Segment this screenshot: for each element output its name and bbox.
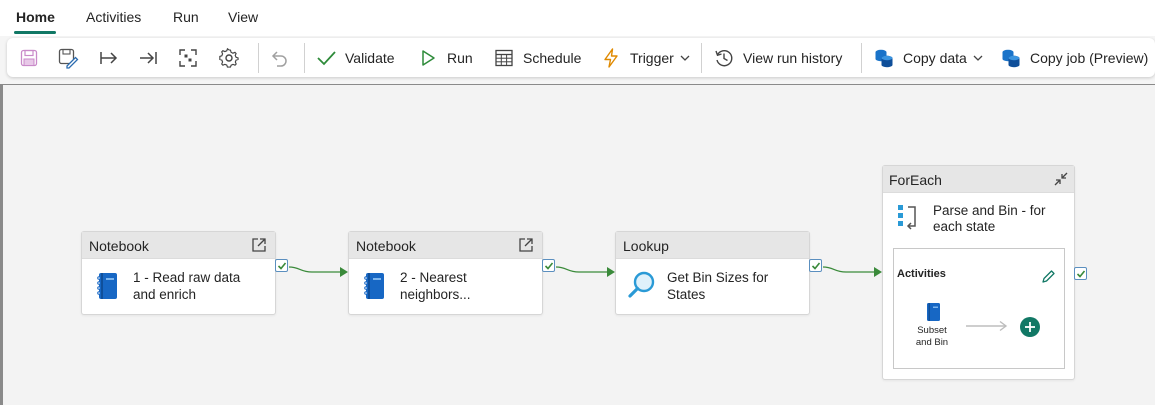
foreach-name: Parse and Bin - for each state: [933, 203, 1046, 235]
foreach-header: ForEach: [883, 166, 1074, 193]
open-external-icon[interactable]: [517, 236, 535, 257]
check-icon: [1076, 269, 1085, 278]
magnifier-icon: [627, 270, 657, 305]
collapse-icon[interactable]: [1053, 171, 1069, 190]
foreach-icon: [896, 203, 920, 236]
foreach-type-label: ForEach: [889, 172, 942, 188]
activity-name-line: States: [667, 287, 706, 302]
activity-name-line: Get Bin Sizes for: [667, 270, 769, 285]
connector-arrowhead: [607, 267, 615, 277]
edit-pencil-icon[interactable]: [1041, 269, 1056, 289]
inner-notebook-icon: [925, 302, 941, 327]
add-activity-icon[interactable]: [1019, 316, 1041, 343]
success-output-checkbox[interactable]: [809, 259, 822, 272]
success-connector: [288, 266, 346, 273]
activity-name-line: and enrich: [133, 287, 197, 302]
activity-name-line: 2 - Nearest: [400, 270, 467, 285]
notebook-icon: [363, 272, 385, 305]
activity-type-label: Lookup: [623, 238, 669, 254]
check-icon: [277, 261, 286, 270]
activity-type-header: Notebook: [349, 232, 542, 259]
activity-card[interactable]: Lookup Get Bin Sizes for States: [615, 231, 810, 315]
connector-arrowhead: [874, 267, 882, 277]
activity-name-line: neighbors...: [400, 287, 471, 302]
connector-arrowhead: [340, 267, 348, 277]
foreach-name-line: Parse and Bin - for: [933, 203, 1046, 218]
inner-activity-name: Subset and Bin: [912, 325, 952, 349]
inner-activity-name-line: and Bin: [915, 337, 949, 348]
activity-name: Get Bin Sizes for States: [667, 269, 768, 303]
activity-name: 1 - Read raw data and enrich: [133, 269, 240, 303]
success-connector: [555, 266, 613, 273]
activity-name: 2 - Nearest neighbors...: [400, 269, 471, 303]
inner-connector-arrow: [966, 320, 1008, 332]
open-external-icon[interactable]: [250, 236, 268, 257]
activity-card[interactable]: Notebook 1 - Read raw data and enrich: [81, 231, 276, 315]
success-connector: [822, 266, 880, 273]
notebook-icon: [96, 272, 118, 305]
success-output-checkbox[interactable]: [1074, 267, 1087, 280]
foreach-name-line: each state: [933, 219, 996, 234]
foreach-container[interactable]: ForEach Parse and Bin - for each state A…: [882, 165, 1075, 380]
inner-activity-name-line: Subset: [917, 325, 947, 336]
inner-activities-title: Activities: [897, 268, 946, 280]
activity-card[interactable]: Notebook 2 - Nearest neighbors...: [348, 231, 543, 315]
activity-type-label: Notebook: [89, 238, 149, 254]
activity-name-line: 1 - Read raw data: [133, 270, 241, 285]
activity-type-label: Notebook: [356, 238, 416, 254]
check-icon: [544, 261, 553, 270]
foreach-activities-panel[interactable]: Activities Subset and Bin: [893, 248, 1065, 369]
activity-type-header: Lookup: [616, 232, 809, 259]
success-output-checkbox[interactable]: [275, 259, 288, 272]
activity-type-header: Notebook: [82, 232, 275, 259]
success-output-checkbox[interactable]: [542, 259, 555, 272]
check-icon: [811, 261, 820, 270]
